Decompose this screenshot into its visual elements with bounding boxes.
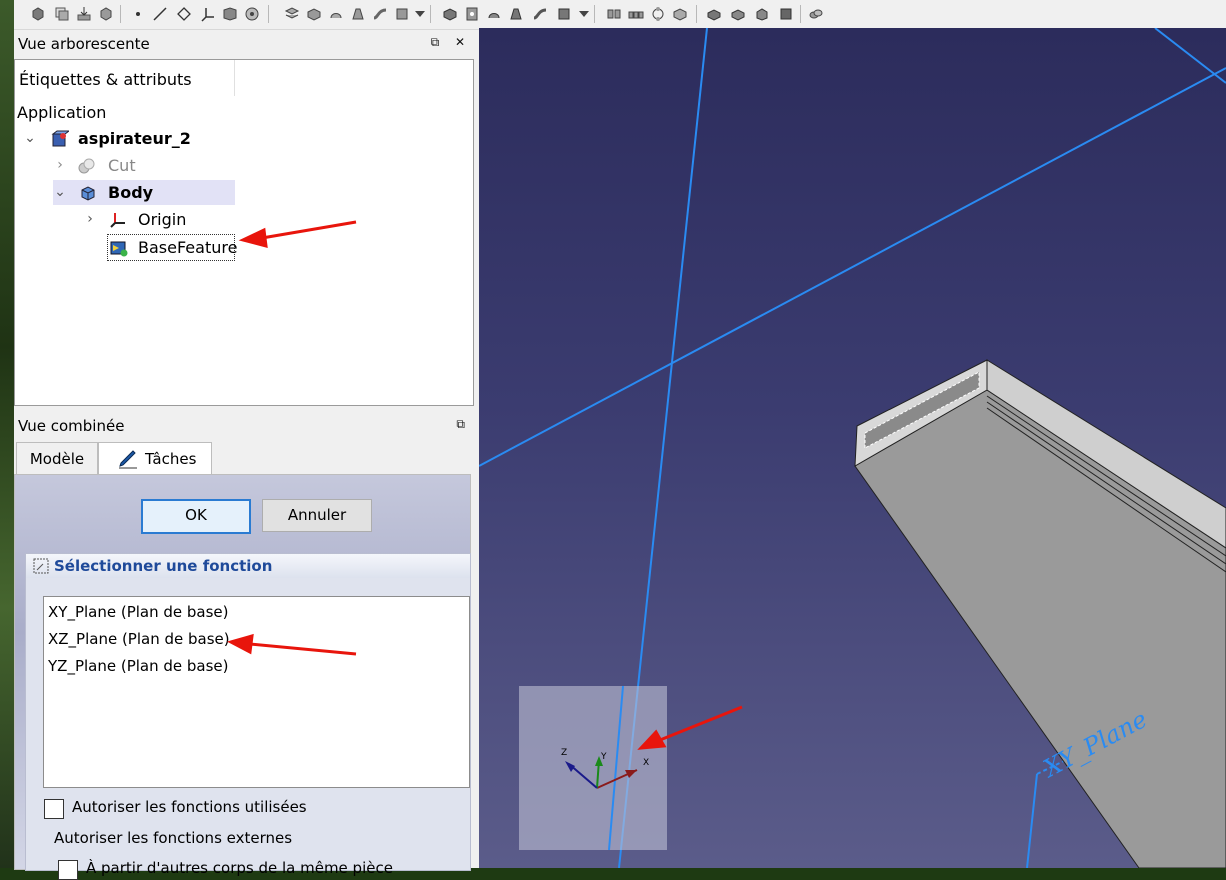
shape-binder-icon[interactable]	[222, 6, 238, 22]
combined-view-panel: Vue combinée ⧉ Modèle Tâches OK Annuler …	[14, 412, 479, 880]
tab-model[interactable]: Modèle	[16, 442, 98, 475]
export-icon[interactable]	[98, 6, 114, 22]
allow-used-checkbox[interactable]	[44, 799, 64, 819]
sketch-icon[interactable]	[284, 6, 300, 22]
desktop-background	[0, 0, 14, 868]
draft-icon[interactable]	[754, 6, 770, 22]
toolbar-separator	[268, 5, 269, 23]
chevron-right-icon[interactable]: ›	[83, 207, 97, 232]
multi-transform-icon[interactable]	[672, 6, 688, 22]
tree-item-body[interactable]: ⌄ Body	[53, 180, 235, 205]
panel-title: Vue arborescente	[18, 35, 150, 53]
chamfer-icon[interactable]	[730, 6, 746, 22]
tree-column-header[interactable]: Étiquettes & attributs	[19, 70, 192, 89]
navigation-cube[interactable]: X Y Z	[519, 686, 667, 850]
tree-item-basefeature[interactable]: BaseFeature	[107, 234, 237, 261]
plane-edge-line	[1026, 773, 1038, 868]
task-panel: OK Annuler Sélectionner une fonction XY_…	[14, 474, 471, 880]
thickness-icon[interactable]	[778, 6, 794, 22]
plane-edge-line	[479, 67, 1226, 467]
point-icon[interactable]	[130, 6, 146, 22]
chevron-right-icon[interactable]: ›	[53, 153, 67, 178]
origin-icon	[110, 213, 125, 228]
import-icon[interactable]	[76, 6, 92, 22]
lcs-icon[interactable]	[200, 6, 216, 22]
plane-icon[interactable]	[176, 6, 192, 22]
chevron-down-icon[interactable]: ⌄	[23, 126, 37, 151]
pocket-icon[interactable]	[442, 6, 458, 22]
polar-pattern-icon[interactable]	[650, 6, 666, 22]
toolbar	[14, 0, 1226, 30]
plane-edge-line	[1154, 28, 1226, 84]
cancel-button[interactable]: Annuler	[262, 499, 372, 532]
body-icon	[81, 186, 95, 201]
subshape-binder-icon[interactable]	[244, 6, 260, 22]
groove-icon[interactable]	[486, 6, 502, 22]
ok-button[interactable]: OK	[141, 499, 251, 534]
axis-cross-icon	[565, 686, 638, 850]
pad-icon[interactable]	[306, 6, 322, 22]
clone-icon[interactable]	[54, 6, 70, 22]
3d-view[interactable]: XY_Plane X Y Z	[479, 28, 1226, 868]
dock-buttons[interactable]: ⧉ ✕	[431, 35, 471, 50]
allow-used-label: Autoriser les fonctions utilisées	[72, 798, 307, 816]
header-divider	[234, 60, 235, 96]
toolbar-separator	[696, 5, 697, 23]
fillet-icon[interactable]	[706, 6, 722, 22]
feature-list[interactable]: XY_Plane (Plan de base) XZ_Plane (Plan d…	[43, 596, 470, 788]
beam-body[interactable]	[854, 389, 1226, 868]
axis-x-label: X	[643, 758, 650, 768]
chevron-down-icon[interactable]	[579, 11, 589, 17]
select-feature-box: Sélectionner une fonction XY_Plane (Plan…	[25, 553, 471, 880]
toolbar-separator	[430, 5, 431, 23]
base-feature-icon	[110, 241, 128, 257]
toolbar-separator	[594, 5, 595, 23]
cut-icon	[78, 158, 95, 174]
loft-icon[interactable]	[350, 6, 366, 22]
mirror-icon[interactable]	[606, 6, 622, 22]
toolbar-separator	[800, 5, 801, 23]
from-other-bodies-checkbox[interactable]	[58, 860, 78, 880]
helix-icon[interactable]	[394, 6, 410, 22]
panel-title: Vue combinée	[18, 417, 125, 435]
axis-z-label: Z	[561, 748, 568, 758]
subtractive-helix-icon[interactable]	[556, 6, 572, 22]
axis-y-label: Y	[601, 752, 607, 762]
list-item[interactable]: XY_Plane (Plan de base)	[48, 599, 229, 625]
chevron-down-icon[interactable]: ⌄	[53, 180, 67, 205]
chevron-down-icon[interactable]	[415, 11, 425, 17]
subtractive-loft-icon[interactable]	[508, 6, 524, 22]
from-other-bodies-label: À partir d'autres corps de la même pièce	[86, 859, 393, 877]
boolean-icon[interactable]	[808, 6, 824, 22]
selection-icon	[33, 558, 49, 574]
linear-pattern-icon[interactable]	[628, 6, 644, 22]
float-button[interactable]: ⧉	[456, 417, 471, 432]
select-feature-header[interactable]: Sélectionner une fonction	[26, 554, 470, 578]
tree-box: Étiquettes & attributs Application ⌄ asp…	[14, 59, 474, 406]
tree-item-cut[interactable]: › Cut	[53, 153, 243, 178]
pencil-icon	[119, 450, 137, 469]
part-icon[interactable]	[30, 6, 46, 22]
hole-icon[interactable]	[464, 6, 480, 22]
pipe-icon[interactable]	[372, 6, 388, 22]
subtractive-pipe-icon[interactable]	[532, 6, 548, 22]
line-icon[interactable]	[152, 6, 168, 22]
tab-tasks[interactable]: Tâches	[98, 442, 212, 475]
tree-view-panel: Vue arborescente ⧉ ✕ Étiquettes & attrib…	[14, 30, 479, 412]
list-item[interactable]: XZ_Plane (Plan de base)	[48, 626, 230, 652]
document-icon	[51, 130, 69, 147]
allow-external-label: Autoriser les fonctions externes	[54, 829, 293, 847]
revolve-icon[interactable]	[328, 6, 344, 22]
tree-item-document[interactable]: ⌄ aspirateur_2	[23, 126, 243, 151]
list-item[interactable]: YZ_Plane (Plan de base)	[48, 653, 229, 679]
tree-item-origin[interactable]: › Origin	[83, 207, 243, 232]
toolbar-separator	[120, 5, 121, 23]
